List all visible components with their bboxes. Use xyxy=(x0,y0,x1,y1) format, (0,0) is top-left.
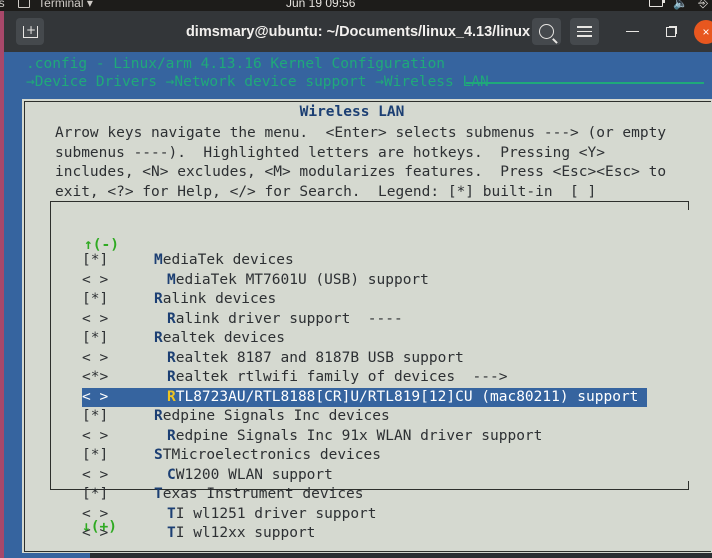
menu-item[interactable]: < > Realtek 8187 and 8187B USB support xyxy=(4,349,698,369)
battery-icon[interactable] xyxy=(648,0,665,7)
menu-item-state[interactable]: < > xyxy=(82,427,108,447)
menu-item-hotkey: T xyxy=(167,525,176,541)
menu-item[interactable]: < > CW1200 WLAN support xyxy=(4,466,698,486)
menu-item-hotkey: R xyxy=(167,349,176,366)
new-tab-button[interactable]: + xyxy=(16,18,44,45)
menu-item-label: Texas Instrument devices xyxy=(154,486,364,502)
menu-item-state[interactable]: [*] xyxy=(82,329,108,349)
menu-item[interactable]: [*] STMicroelectronics devices xyxy=(4,446,698,466)
menu-item-label: TI wl12xx support xyxy=(167,525,316,541)
terminal-window: + dimsmary@ubuntu: ~/Documents/linux_4.1… xyxy=(4,11,712,558)
dialog-title: Wireless LAN xyxy=(299,104,405,120)
menu-item-label: MediaTek MT7601U (USB) support xyxy=(167,271,429,288)
menu-item[interactable]: [*] Texas Instrument devices xyxy=(4,485,698,505)
ubuntu-top-panel: es Terminal ▾ Jun 19 09:56 🔈 ⎆ xyxy=(0,0,712,11)
breadcrumb: →Device Drivers →Network device support … xyxy=(26,74,489,90)
menu-item[interactable]: [*] Ralink devices xyxy=(4,290,698,310)
menu-item-hotkey: M xyxy=(154,252,163,268)
menu-item-hotkey: R xyxy=(167,369,176,385)
menu-item-label: Realtek devices xyxy=(154,330,285,346)
menu-item-state[interactable]: [*] xyxy=(82,251,108,271)
menu-item-label: Ralink driver support ---- xyxy=(167,310,403,327)
menu-item-label: Realtek rtlwifi family of devices ---> xyxy=(167,369,508,385)
top-panel-indicators[interactable]: 🔈 ⎆ xyxy=(642,0,708,11)
activities-label[interactable]: es xyxy=(0,0,5,10)
new-tab-icon: + xyxy=(16,18,44,45)
menu-item[interactable]: < > Ralink driver support ---- xyxy=(4,310,698,330)
menuconfig-backdrop-stub xyxy=(4,553,90,558)
terminal-app-icon xyxy=(18,0,31,8)
menu-item[interactable]: < > RTL8723AU/RTL8188[CR]U/RTL819[12]CU (… xyxy=(4,387,698,408)
minimize-icon xyxy=(626,30,639,33)
menu-item-hotkey: T xyxy=(167,505,176,522)
menu-item-label: Redpine Signals Inc devices xyxy=(154,408,390,424)
search-button[interactable] xyxy=(532,18,561,45)
search-icon xyxy=(539,24,554,39)
menu-list: [*] MediaTek devices < > MediaTek MT7601U (… xyxy=(4,251,698,544)
close-button[interactable]: × xyxy=(694,20,712,44)
close-icon: × xyxy=(702,25,710,39)
hamburger-menu-icon xyxy=(577,26,592,37)
menu-item-state[interactable]: < > xyxy=(82,524,108,544)
menu-item-hotkey: R xyxy=(154,408,163,424)
menu-item-label: Ralink devices xyxy=(154,291,277,307)
menu-item[interactable]: [*] MediaTek devices xyxy=(4,251,698,271)
menu-item-state[interactable]: < > xyxy=(82,271,108,291)
menu-item[interactable]: < > TI wl12xx support xyxy=(4,524,698,544)
menu-item-hotkey: R xyxy=(154,330,163,346)
menu-item[interactable]: < > MediaTek MT7601U (USB) support xyxy=(4,271,698,291)
menu-item-state[interactable]: [*] xyxy=(82,407,108,427)
menu-item-hotkey: M xyxy=(167,271,176,288)
menu-item[interactable]: < > TI wl1251 driver support xyxy=(4,505,698,525)
menu-item-label: Redpine Signals Inc 91x WLAN driver supp… xyxy=(167,427,543,444)
top-panel-clock[interactable]: Jun 19 09:56 xyxy=(286,0,355,10)
menu-item-hotkey: R xyxy=(167,310,176,327)
menu-item[interactable]: < > Redpine Signals Inc 91x WLAN driver s… xyxy=(4,427,698,447)
breadcrumb-rule xyxy=(466,82,704,84)
menu-item-hotkey: C xyxy=(167,466,176,483)
maximize-button[interactable] xyxy=(657,18,686,45)
menu-item-state[interactable]: [*] xyxy=(82,446,108,466)
menu-item[interactable]: [*] Realtek devices xyxy=(4,329,698,349)
menu-item-label: TI wl1251 driver support xyxy=(167,505,377,522)
menu-item-state[interactable]: [*] xyxy=(82,290,108,310)
top-panel-left[interactable]: es Terminal ▾ xyxy=(0,0,93,10)
menu-item-hotkey: R xyxy=(154,291,163,307)
menu-item-label: MediaTek devices xyxy=(154,252,294,268)
menu-item[interactable]: <*> Realtek rtlwifi family of devices ---… xyxy=(4,368,698,388)
menu-item-state[interactable]: [*] xyxy=(82,485,108,505)
menu-item-hotkey: S xyxy=(154,447,163,463)
top-panel-app-name[interactable]: Terminal xyxy=(38,0,83,10)
menu-item-state[interactable]: < > xyxy=(82,388,108,408)
minimize-button[interactable] xyxy=(618,18,647,45)
menu-item-hotkey: T xyxy=(154,486,163,502)
menu-item-state[interactable]: < > xyxy=(82,505,108,525)
menu-item[interactable]: [*] Redpine Signals Inc devices xyxy=(4,407,698,427)
dialog-help-text: Arrow keys navigate the menu. <Enter> se… xyxy=(55,125,667,200)
screen: es Terminal ▾ Jun 19 09:56 🔈 ⎆ + dimsmar… xyxy=(0,0,712,558)
menu-item-hotkey: R xyxy=(167,427,176,444)
menu-item-label: Realtek 8187 and 8187B USB support xyxy=(167,349,464,366)
chevron-down-icon[interactable]: ▾ xyxy=(87,0,93,10)
menu-item-state[interactable]: <*> xyxy=(82,368,108,388)
menu-item-hotkey: R xyxy=(167,388,176,405)
menu-item-label: CW1200 WLAN support xyxy=(167,466,333,483)
menu-item-state[interactable]: < > xyxy=(82,466,108,486)
terminal-footer xyxy=(4,553,712,558)
menu-item-state[interactable]: < > xyxy=(82,310,108,330)
volume-icon[interactable]: 🔈 xyxy=(673,0,688,10)
config-title-line: .config - Linux/arm 4.13.16 Kernel Confi… xyxy=(26,56,446,72)
menu-item-label: STMicroelectronics devices xyxy=(154,447,381,463)
new-tab-plus-label: + xyxy=(26,22,36,37)
terminal-content: .config - Linux/arm 4.13.16 Kernel Confi… xyxy=(4,52,712,558)
window-title: dimsmary@ubuntu: ~/Documents/linux_4.13/… xyxy=(185,23,531,40)
power-icon[interactable]: ⎆ xyxy=(698,0,708,11)
maximize-icon xyxy=(666,26,677,37)
menu-item-state[interactable]: < > xyxy=(82,349,108,369)
menu-item-label: RTL8723AU/RTL8188[CR]U/RTL819[12]CU (mac… xyxy=(167,388,639,405)
window-titlebar[interactable]: + dimsmary@ubuntu: ~/Documents/linux_4.1… xyxy=(4,11,712,52)
hamburger-menu-button[interactable] xyxy=(570,18,599,45)
